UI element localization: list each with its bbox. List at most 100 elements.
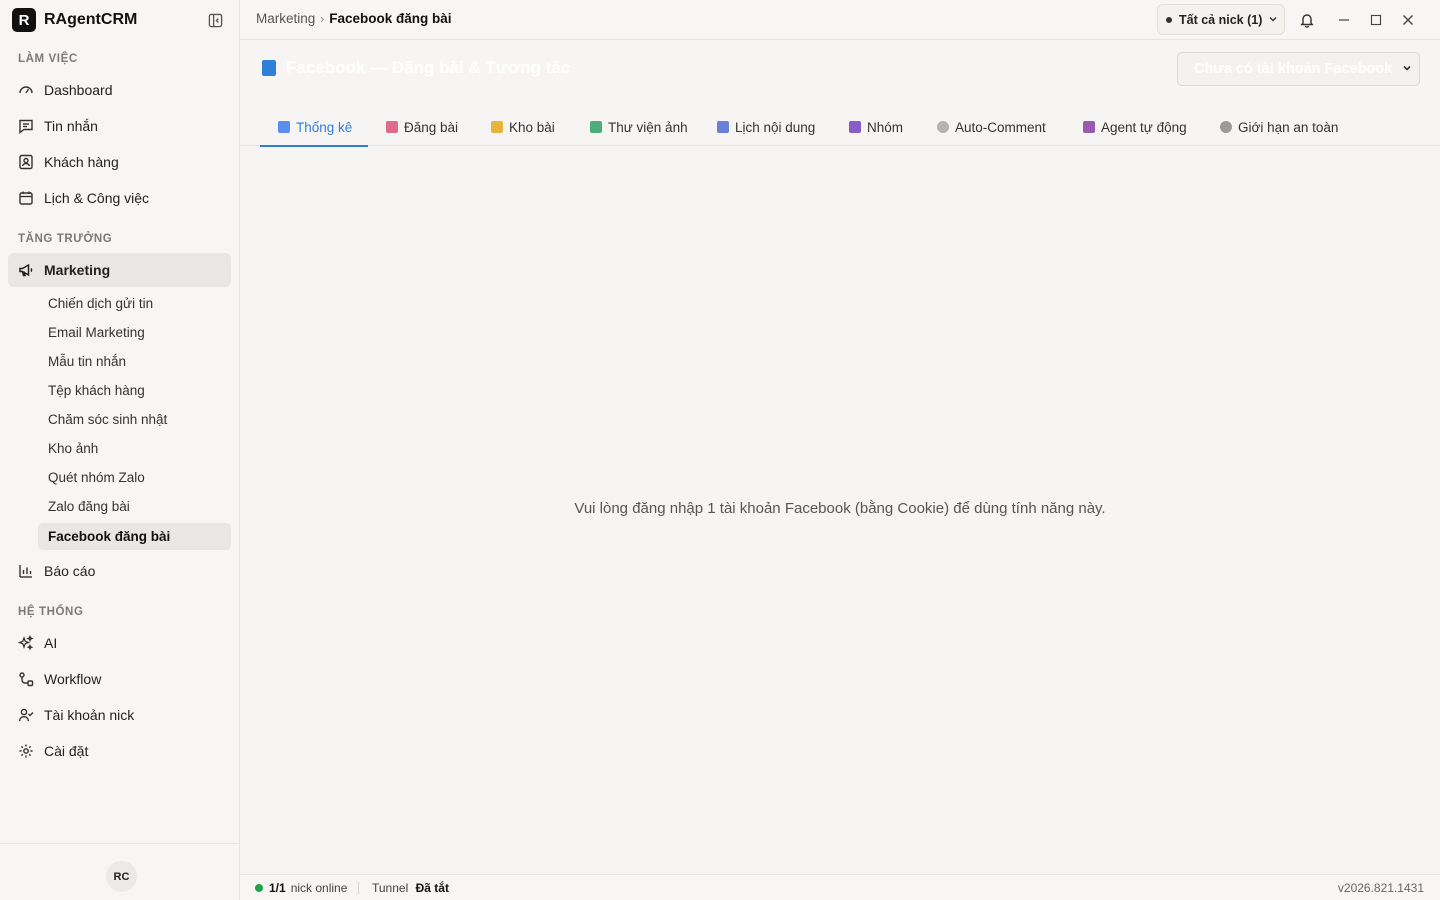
sidebar-subitem-campaigns[interactable]: Chiến dịch gửi tin: [38, 290, 231, 317]
calendar-icon: [18, 190, 34, 206]
minimize-icon[interactable]: [1334, 10, 1354, 30]
app-version: v2026.821.1431: [1337, 881, 1424, 895]
megaphone-icon: [18, 262, 34, 278]
online-count: 1/1: [269, 881, 286, 895]
folder-icon: [491, 121, 503, 133]
sidebar-item-label: Marketing: [44, 262, 111, 278]
sidebar-subitem-zalo-post[interactable]: Zalo đăng bài: [38, 493, 231, 520]
sidebar-subitem-facebook-post[interactable]: Facebook đăng bài: [38, 523, 231, 550]
breadcrumb-separator-icon: ›: [320, 11, 325, 26]
sidebar-footer: RC: [0, 843, 240, 900]
empty-state-message: Vui lòng đăng nhập 1 tài khoản Facebook …: [574, 500, 1106, 517]
tab-label: Thư viện ảnh: [608, 119, 688, 135]
nick-selector-label: Tất cả nick (1): [1179, 12, 1263, 27]
tunnel-label: Tunnel: [372, 881, 409, 895]
sidebar-subitem-email-marketing[interactable]: Email Marketing: [38, 319, 231, 346]
sparkles-icon: [18, 635, 34, 651]
people-icon: [849, 121, 861, 133]
message-icon: [18, 118, 34, 134]
sidebar-item-label: Lịch & Công việc: [44, 190, 150, 206]
sidebar-item-label: Workflow: [44, 671, 102, 687]
close-icon[interactable]: [1398, 10, 1418, 30]
sidebar: R RAgentCRM LÀM VIỆC Dashboard Tin nhắn …: [0, 0, 240, 900]
page-title: Facebook — Đăng bài & Tương tác: [262, 58, 570, 78]
contact-icon: [18, 154, 34, 170]
section-label-growth: TĂNG TRƯỞNG: [18, 233, 113, 245]
tab-label: Thống kê: [296, 119, 353, 135]
sidebar-item-label: Cài đặt: [44, 743, 89, 759]
tab-groups[interactable]: Nhóm: [849, 108, 903, 146]
user-check-icon: [18, 707, 34, 723]
tab-post[interactable]: Đăng bài: [386, 108, 458, 146]
page-header: Facebook — Đăng bài & Tương tác Chưa có …: [240, 40, 1440, 100]
bar-chart-icon: [18, 563, 34, 579]
tab-label: Giới hạn an toàn: [1238, 119, 1339, 135]
sidebar-item-dashboard[interactable]: Dashboard: [8, 73, 231, 107]
tunnel-state: Đã tắt: [415, 881, 449, 895]
breadcrumb-item-marketing[interactable]: Marketing: [256, 11, 315, 26]
sidebar-item-calendar[interactable]: Lịch & Công việc: [8, 181, 231, 215]
tab-label: Agent tự động: [1101, 119, 1187, 135]
chevron-down-icon: [1268, 13, 1278, 27]
sidebar-item-nick-accounts[interactable]: Tài khoản nick: [8, 698, 231, 732]
tab-statistics[interactable]: Thống kê: [259, 108, 369, 147]
online-dot-icon: [255, 884, 263, 892]
facebook-account-select-value: Chưa có tài khoản Facebook: [1194, 61, 1393, 77]
sidebar-item-workflow[interactable]: Workflow: [8, 662, 231, 696]
tab-label: Nhóm: [867, 119, 904, 135]
section-label-system: HỆ THỐNG: [18, 606, 84, 618]
tab-content-calendar[interactable]: Lịch nội dung: [717, 108, 815, 146]
app-name: RAgentCRM: [44, 11, 138, 28]
memo-icon: [386, 121, 398, 133]
tunnel-status[interactable]: Tunnel Đã tắt: [372, 881, 449, 895]
gear-icon: [18, 743, 34, 759]
bell-icon[interactable]: [1297, 10, 1317, 30]
speech-bubble-icon: [937, 121, 949, 133]
online-label: nick online: [290, 881, 348, 895]
robot-icon: [1083, 121, 1095, 133]
sidebar-item-label: Dashboard: [44, 82, 113, 98]
page-title-text: Facebook — Đăng bài & Tương tác: [286, 58, 571, 77]
tab-label: Lịch nội dung: [735, 119, 816, 135]
sidebar-item-messages[interactable]: Tin nhắn: [8, 109, 231, 143]
sidebar-item-reports[interactable]: Báo cáo: [8, 554, 231, 588]
picture-icon: [590, 121, 602, 133]
top-bar: Marketing › Facebook đăng bài Tất cả nic…: [240, 0, 1440, 40]
breadcrumb-current: Facebook đăng bài: [329, 11, 452, 26]
sidebar-subitem-zalo-group-scan[interactable]: Quét nhóm Zalo: [38, 464, 231, 491]
nick-selector[interactable]: Tất cả nick (1): [1157, 4, 1285, 35]
tab-post-library[interactable]: Kho bài: [491, 108, 555, 146]
sidebar-item-label: Báo cáo: [44, 563, 96, 579]
sidebar-item-settings[interactable]: Cài đặt: [8, 734, 231, 768]
sidebar-collapse-icon[interactable]: [205, 10, 225, 30]
tab-safety-limits[interactable]: Giới hạn an toàn: [1220, 108, 1338, 146]
status-dot-icon: [1166, 16, 1172, 23]
divider: [358, 882, 359, 894]
sidebar-subitem-message-templates[interactable]: Mẫu tin nhắn: [38, 348, 231, 375]
gauge-icon: [18, 82, 34, 98]
sidebar-item-label: Tài khoản nick: [44, 707, 135, 723]
sidebar-item-label: Khách hàng: [44, 154, 119, 170]
tab-bar: Thống kê Đăng bài Kho bài Thư viện ảnh L…: [240, 108, 1440, 147]
calendar-icon: [717, 121, 729, 133]
facebook-account-select[interactable]: Chưa có tài khoản Facebook: [1177, 52, 1420, 86]
tab-image-library[interactable]: Thư viện ảnh: [590, 108, 688, 146]
tab-auto-comment[interactable]: Auto-Comment: [937, 108, 1046, 146]
sidebar-item-customers[interactable]: Khách hàng: [8, 145, 231, 179]
sidebar-item-label: Tin nhắn: [44, 118, 98, 134]
breadcrumb: Marketing › Facebook đăng bài: [256, 11, 452, 26]
tab-label: Kho bài: [509, 119, 555, 135]
online-status[interactable]: 1/1 nick online: [255, 881, 347, 895]
sidebar-subitem-customer-files[interactable]: Tệp khách hàng: [38, 377, 231, 404]
sidebar-subitem-image-library[interactable]: Kho ảnh: [38, 435, 231, 462]
brand[interactable]: R RAgentCRM: [12, 8, 137, 32]
app-logo: R: [12, 8, 36, 32]
sidebar-item-ai[interactable]: AI: [8, 626, 231, 660]
sidebar-item-marketing[interactable]: Marketing: [8, 253, 231, 287]
sidebar-subitem-birthday-care[interactable]: Chăm sóc sinh nhật: [38, 406, 231, 433]
tab-auto-agent[interactable]: Agent tự động: [1083, 108, 1187, 146]
maximize-icon[interactable]: [1366, 10, 1386, 30]
avatar[interactable]: RC: [106, 861, 137, 892]
tab-label: Đăng bài: [404, 119, 459, 135]
book-icon: [262, 60, 276, 76]
